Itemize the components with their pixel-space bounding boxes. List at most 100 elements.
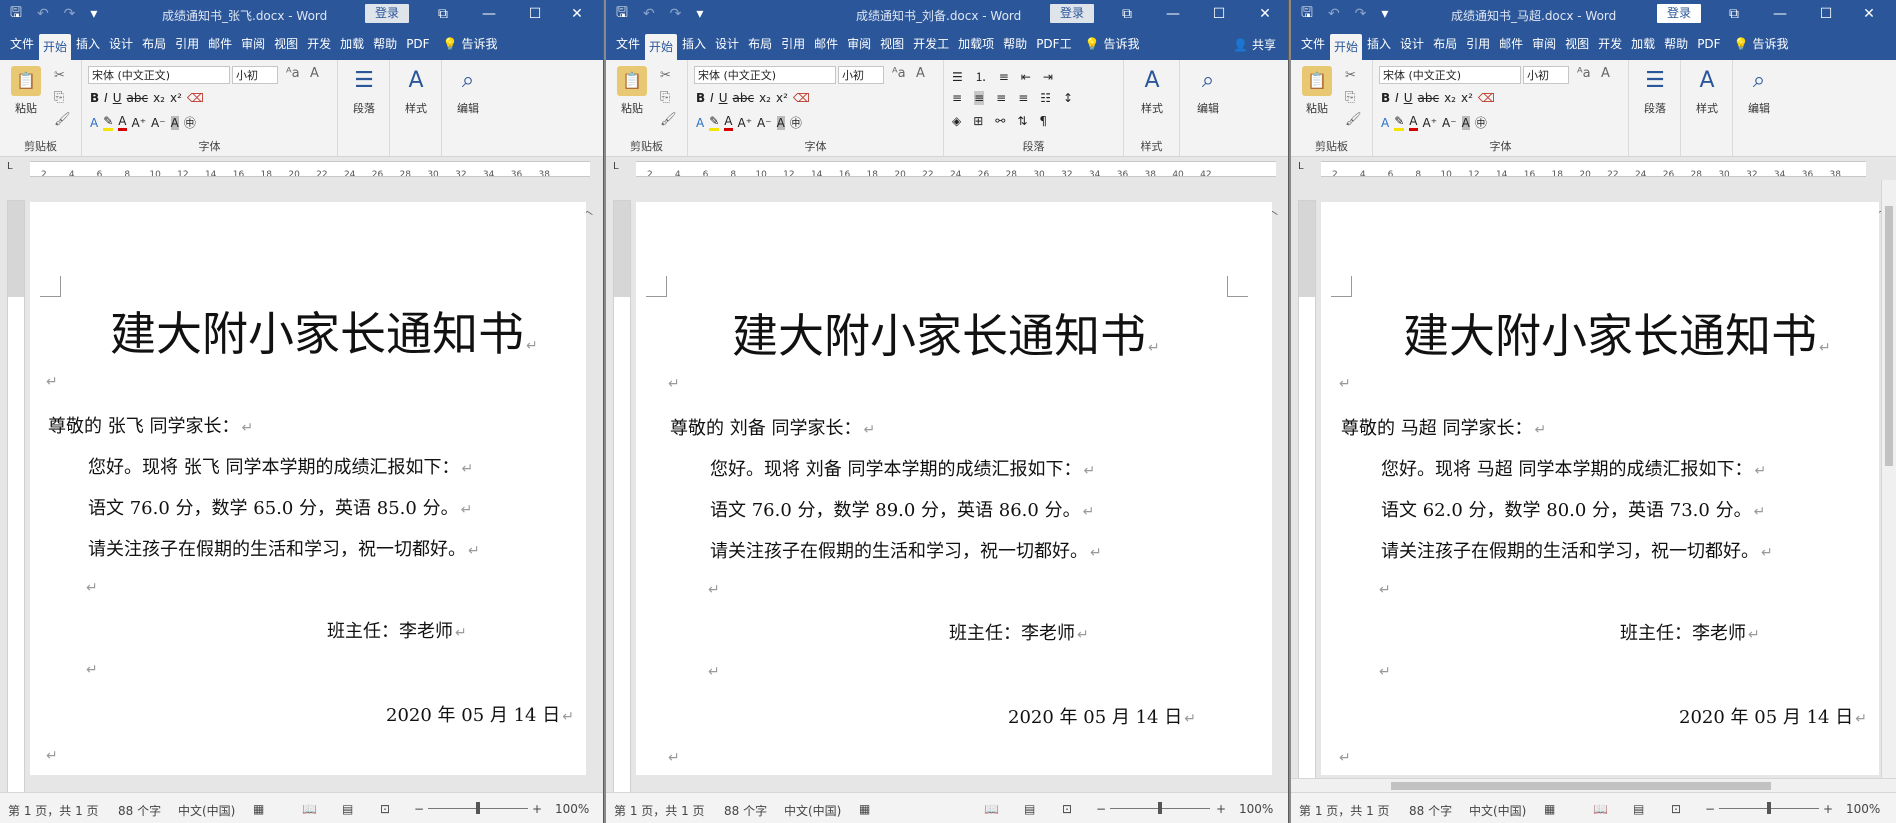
copy-icon[interactable]: ⎘ [660, 90, 670, 105]
borders-icon[interactable]: ⊞ [973, 114, 983, 128]
save-icon[interactable]: 🖫 [10, 2, 22, 26]
share-button[interactable]: 👤 共享 [1233, 36, 1276, 53]
superscript-button[interactable]: x² [170, 91, 182, 105]
italic-button[interactable]: I [710, 91, 714, 105]
tab-references[interactable]: 引用 [777, 32, 809, 56]
zoom-slider-thumb[interactable] [1767, 802, 1771, 814]
tab-developer[interactable]: 开发 [1594, 32, 1626, 56]
tab-file[interactable]: 文件 [612, 32, 644, 56]
sort-icon[interactable]: ⇅ [1017, 114, 1027, 128]
tab-design[interactable]: 设计 [711, 32, 743, 56]
editing-button[interactable]: ⌕ 编辑 [1188, 66, 1228, 116]
justify-icon[interactable]: ≡ [1018, 91, 1028, 105]
greeting-line[interactable]: 尊敬的 马超 同学家长： ↵ [1341, 414, 1546, 440]
scores-line[interactable]: 语文 76.0 分，数学 65.0 分，英语 85.0 分。 ↵ [88, 494, 472, 520]
enclose-char-icon[interactable]: ㊥ [1475, 114, 1487, 131]
vertical-ruler[interactable] [613, 200, 631, 793]
zoom-level[interactable]: 100% [1239, 802, 1273, 816]
styles-button[interactable]: A 样式 [1687, 66, 1727, 116]
highlight-icon[interactable]: ✎ [1394, 114, 1405, 131]
macro-icon[interactable]: ▦ [1544, 802, 1555, 816]
distributed-icon[interactable]: ☷ [1040, 91, 1051, 105]
customize-qat-icon[interactable]: ▾ [1381, 6, 1388, 22]
multilevel-list-icon[interactable]: ≡ [999, 70, 1009, 84]
minimize-button[interactable]: — [1757, 0, 1803, 28]
char-border-icon[interactable]: A [1601, 66, 1610, 81]
ribbon-display-icon[interactable]: ⧉ [420, 0, 466, 28]
intro-line[interactable]: 您好。现将 刘备 同学本学期的成绩汇报如下： ↵ [710, 455, 1095, 481]
italic-button[interactable]: I [104, 91, 108, 105]
empty-paragraph[interactable]: ↵ [1377, 578, 1391, 599]
zoom-level[interactable]: 100% [1846, 802, 1880, 816]
bold-button[interactable]: B [90, 91, 99, 105]
empty-paragraph[interactable]: ↵ [84, 658, 98, 679]
vertical-scrollbar[interactable] [1881, 180, 1896, 779]
zoom-out-button[interactable]: − [414, 802, 424, 816]
teacher-line[interactable]: 班主任：李老师 ↵ [1620, 619, 1760, 645]
horizontal-ruler[interactable]: L 2 4 6 8 10 12 14 16 18 20 22 24 26 28 30 32 34 36 38 [1291, 157, 1896, 179]
horizontal-scrollbar-thumb[interactable] [1391, 782, 1771, 790]
date-line[interactable]: 2020 年 05 月 14 日 ↵ [1008, 703, 1196, 729]
clear-format-icon[interactable]: ⌫ [187, 91, 204, 105]
intro-line[interactable]: 您好。现将 张飞 同学本学期的成绩汇报如下： ↵ [88, 453, 473, 479]
customize-qat-icon[interactable]: ▾ [696, 6, 703, 22]
grow-font-icon[interactable]: A⁺ [1423, 116, 1438, 130]
empty-paragraph[interactable]: ↵ [1337, 372, 1351, 393]
word-count[interactable]: 88 个字 [724, 802, 767, 819]
maximize-button[interactable]: ☐ [1196, 0, 1242, 28]
cut-icon[interactable]: ✂ [1345, 68, 1356, 83]
empty-paragraph[interactable]: ↵ [1377, 660, 1391, 681]
zoom-in-button[interactable]: + [1216, 802, 1226, 816]
font-color-icon[interactable]: A [724, 114, 733, 131]
clear-format-icon[interactable]: ⌫ [793, 91, 810, 105]
tab-addins[interactable]: 加载 [1627, 32, 1659, 56]
subscript-button[interactable]: x₂ [759, 91, 771, 105]
cut-icon[interactable]: ✂ [54, 68, 65, 83]
tab-view[interactable]: 视图 [270, 32, 302, 56]
horizontal-scrollbar[interactable] [1291, 778, 1896, 793]
maximize-button[interactable]: ☐ [512, 0, 558, 28]
tell-me-search[interactable]: 告诉我 [1100, 32, 1144, 56]
font-size-select[interactable]: 小初 [1523, 66, 1569, 84]
text-effects-icon[interactable]: A [90, 116, 98, 130]
font-name-select[interactable]: 宋体 (中文正文) [694, 66, 836, 84]
closing-line[interactable]: 请关注孩子在假期的生活和学习，祝一切都好。 ↵ [88, 535, 480, 561]
char-border-icon[interactable]: A [310, 66, 319, 81]
tab-home[interactable]: 开始 [645, 34, 678, 60]
scores-line[interactable]: 语文 76.0 分，数学 89.0 分，英语 86.0 分。 ↵ [710, 496, 1094, 522]
empty-paragraph[interactable]: ↵ [44, 744, 58, 765]
document-title[interactable]: 建大附小家长通知书 ↵ [110, 298, 538, 364]
font-size-select[interactable]: 小初 [838, 66, 884, 84]
page-count[interactable]: 第 1 页，共 1 页 [1299, 802, 1390, 819]
macro-icon[interactable]: ▦ [253, 802, 264, 816]
line-spacing-icon[interactable]: ↕ [1063, 91, 1073, 105]
redo-icon[interactable]: ↷ [670, 6, 682, 22]
italic-button[interactable]: I [1395, 91, 1399, 105]
tab-references[interactable]: 引用 [171, 32, 203, 56]
read-mode-icon[interactable]: 📖 [1593, 802, 1608, 816]
tab-review[interactable]: 审阅 [843, 32, 875, 56]
font-color-icon[interactable]: A [1409, 114, 1418, 131]
closing-line[interactable]: 请关注孩子在假期的生活和学习，祝一切都好。 ↵ [1381, 537, 1773, 563]
tab-selector-icon[interactable]: L [1298, 162, 1308, 172]
tab-mailings[interactable]: 邮件 [1495, 32, 1527, 56]
paste-button[interactable]: 📋 粘贴 [1297, 66, 1337, 116]
tab-mailings[interactable]: 邮件 [810, 32, 842, 56]
cut-icon[interactable]: ✂ [660, 68, 671, 83]
redo-icon[interactable]: ↷ [1355, 6, 1367, 22]
char-border-icon[interactable]: A [916, 66, 925, 81]
shrink-font-icon[interactable]: A⁻ [757, 116, 772, 130]
zoom-in-button[interactable]: + [1823, 802, 1833, 816]
login-button[interactable]: 登录 [365, 4, 410, 23]
highlight-icon[interactable]: ✎ [709, 114, 720, 131]
save-icon[interactable]: 🖫 [616, 2, 628, 26]
date-line[interactable]: 2020 年 05 月 14 日 ↵ [1679, 703, 1867, 729]
change-case-icon[interactable]: ᴬa [892, 66, 906, 81]
scores-line[interactable]: 语文 62.0 分，数学 80.0 分，英语 73.0 分。 ↵ [1381, 496, 1765, 522]
vertical-scrollbar-thumb[interactable] [1885, 206, 1893, 466]
customize-qat-icon[interactable]: ▾ [90, 6, 97, 22]
horizontal-ruler[interactable]: L 2 4 6 8 10 12 14 16 18 20 22 24 26 28 30 32 34 36 38 [0, 157, 603, 179]
format-painter-icon[interactable]: 🖌 [54, 112, 71, 127]
ribbon-display-icon[interactable]: ⧉ [1104, 0, 1150, 28]
empty-paragraph[interactable]: ↵ [706, 660, 720, 681]
